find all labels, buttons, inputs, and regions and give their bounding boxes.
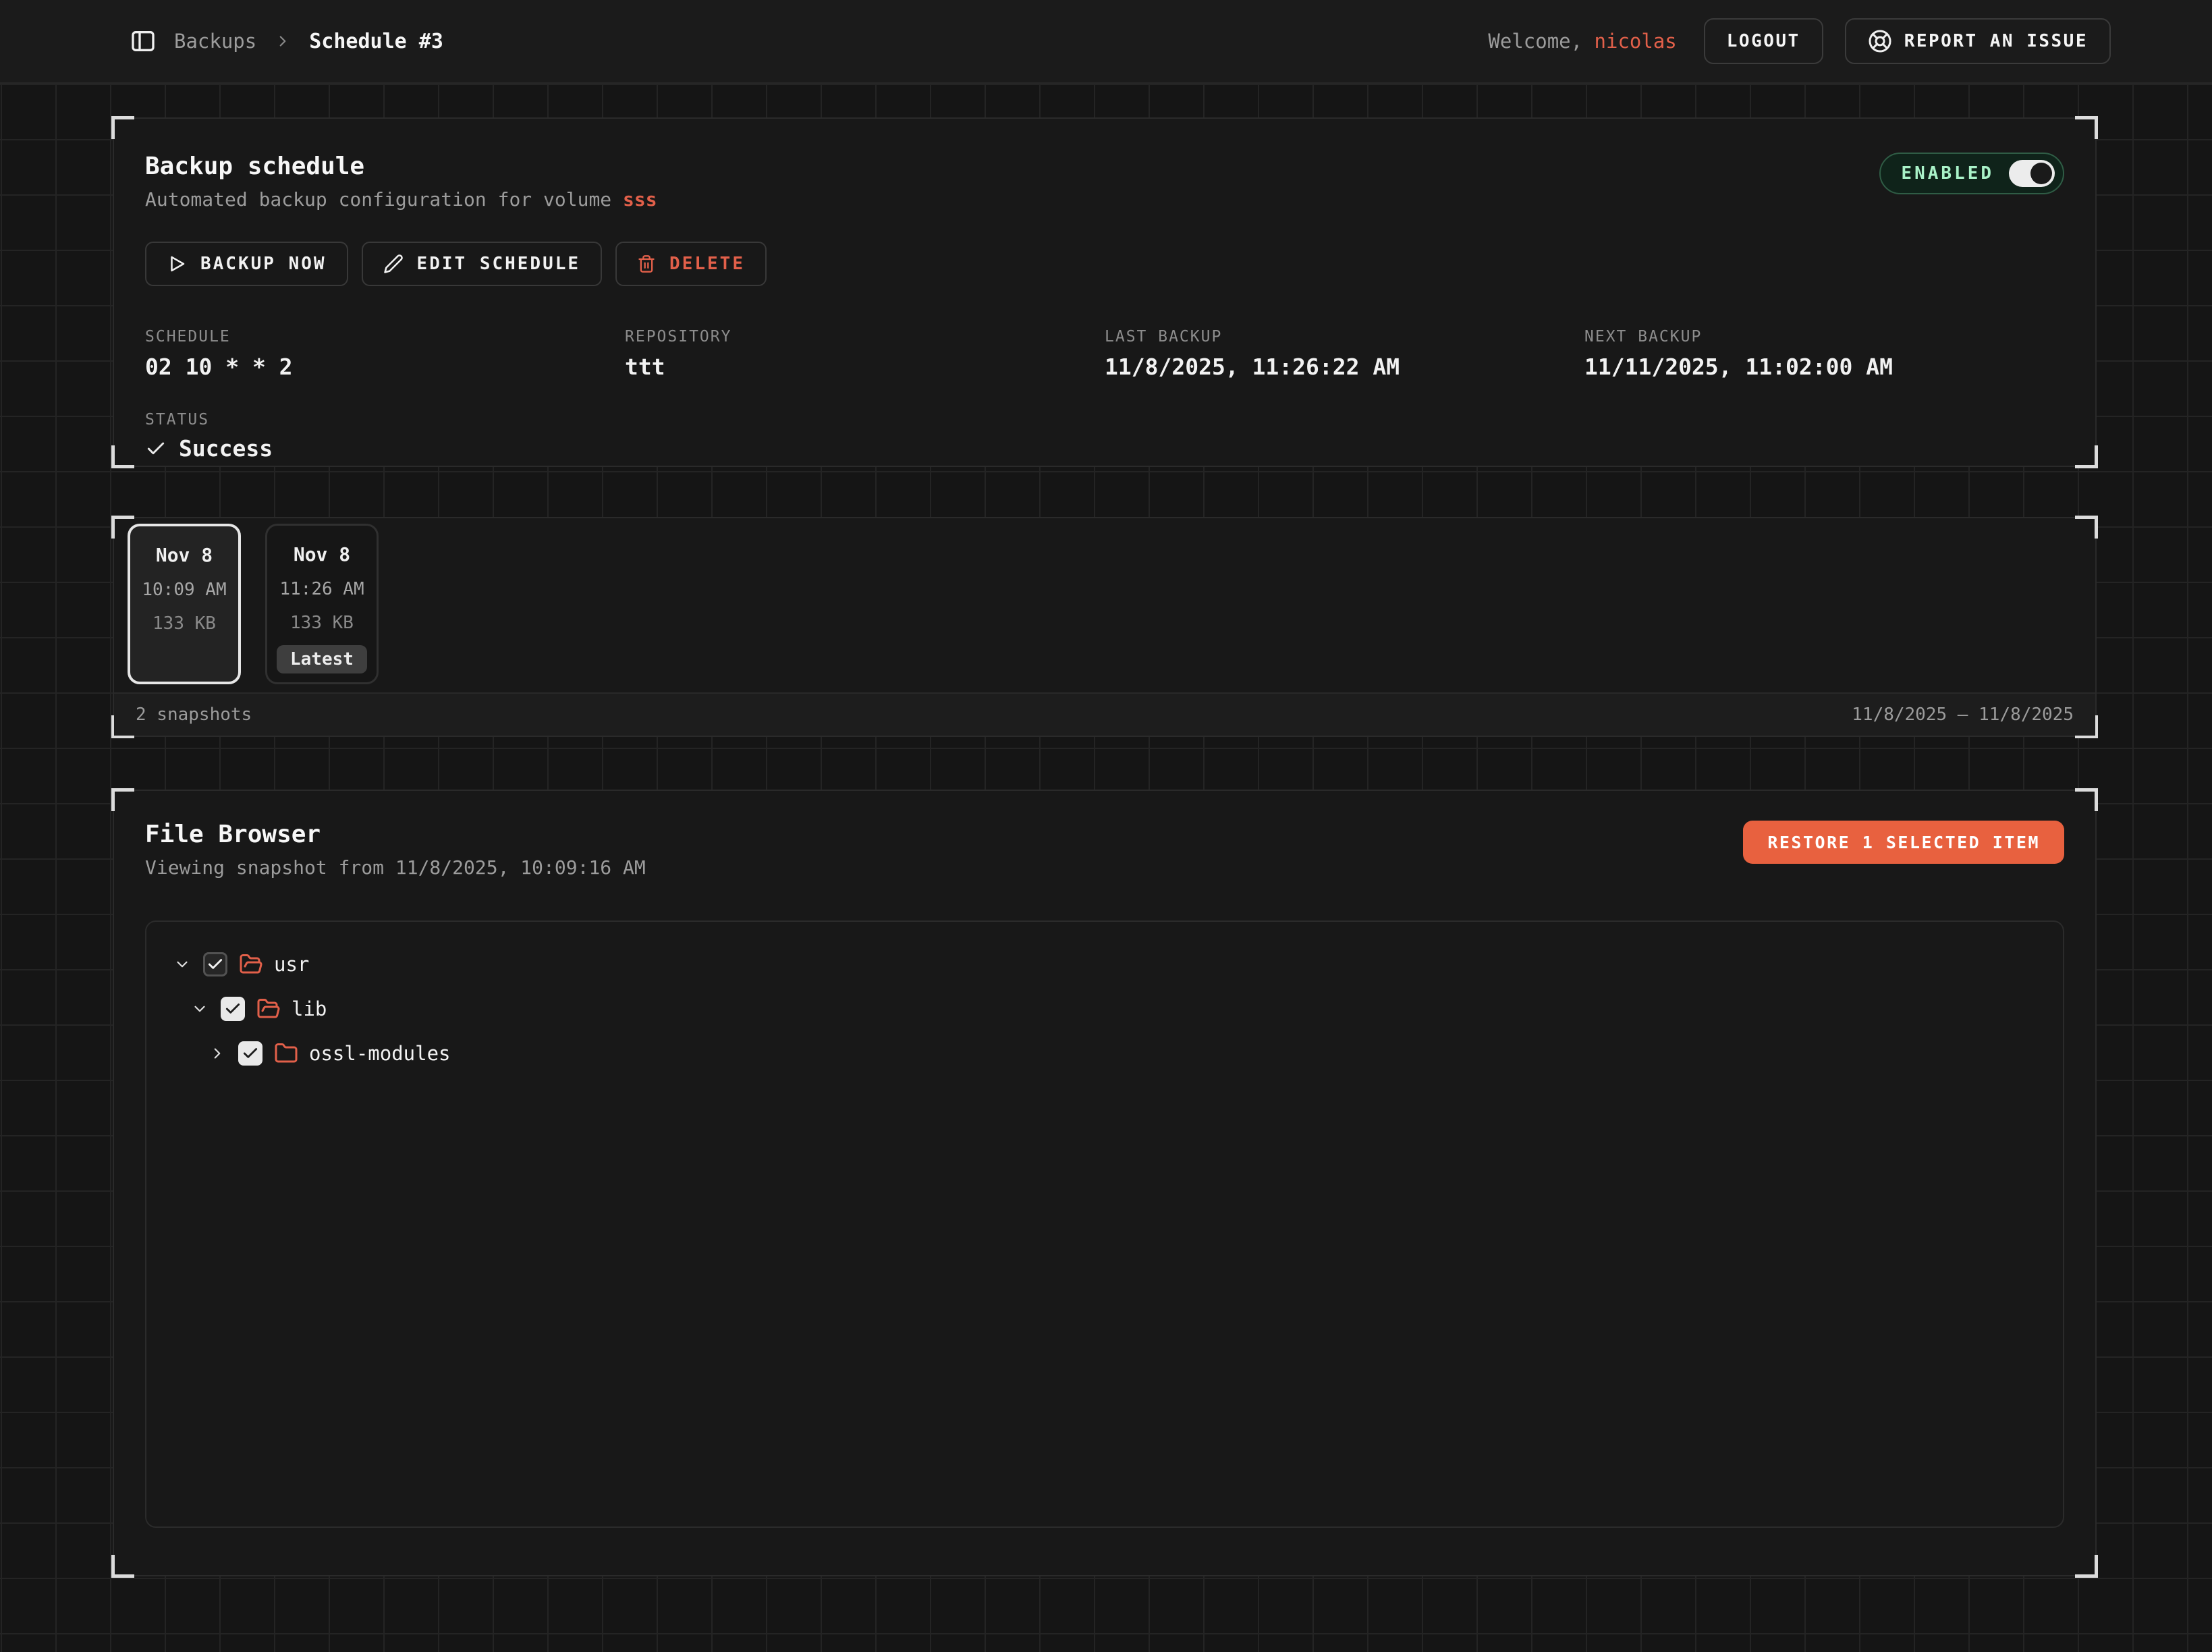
toggle-knob bbox=[2030, 163, 2052, 184]
sidebar-toggle-icon[interactable] bbox=[130, 28, 157, 55]
snapshot-card-selected[interactable]: Nov 8 10:09 AM 133 KB bbox=[128, 524, 241, 684]
corner-bracket bbox=[111, 1555, 134, 1578]
tree-row-usr[interactable]: usr bbox=[173, 942, 2063, 987]
trash-icon bbox=[637, 254, 656, 273]
username: nicolas bbox=[1595, 30, 1677, 53]
checkbox-checked[interactable] bbox=[221, 997, 245, 1021]
breadcrumb-current: Schedule #3 bbox=[309, 30, 443, 53]
breadcrumb-section[interactable]: Backups bbox=[174, 30, 256, 53]
pencil-icon bbox=[383, 254, 404, 274]
volume-name: sss bbox=[623, 188, 657, 211]
snapshot-card-list: Nov 8 10:09 AM 133 KB Nov 8 11:26 AM 133… bbox=[114, 518, 2095, 695]
restore-button[interactable]: RESTORE 1 SELECTED ITEM bbox=[1743, 821, 2064, 864]
snapshots-footer: 2 snapshots 11/8/2025 – 11/8/2025 bbox=[114, 692, 2095, 736]
chevron-right-icon[interactable] bbox=[209, 1045, 226, 1062]
chevron-down-icon[interactable] bbox=[191, 1000, 209, 1018]
field-value: 02 10 * * 2 bbox=[145, 354, 625, 380]
enabled-label: ENABLED bbox=[1901, 163, 1994, 184]
snapshots-panel: Nov 8 10:09 AM 133 KB Nov 8 11:26 AM 133… bbox=[113, 517, 2097, 737]
snapshot-date-range: 11/8/2025 – 11/8/2025 bbox=[1852, 705, 2074, 725]
snapshot-time: 10:09 AM bbox=[142, 580, 226, 600]
field-schedule: SCHEDULE 02 10 * * 2 bbox=[145, 328, 625, 380]
snapshot-card[interactable]: Nov 8 11:26 AM 133 KB Latest bbox=[265, 524, 379, 684]
corner-bracket bbox=[2075, 1555, 2098, 1578]
backup-now-button[interactable]: BACKUP NOW bbox=[145, 242, 348, 286]
status-block: STATUS Success bbox=[145, 411, 2064, 462]
field-label: REPOSITORY bbox=[625, 328, 1105, 346]
field-label: SCHEDULE bbox=[145, 328, 625, 346]
panel-subtitle: Automated backup configuration for volum… bbox=[145, 188, 657, 211]
corner-bracket bbox=[111, 116, 134, 139]
field-label: LAST BACKUP bbox=[1105, 328, 1584, 346]
corner-bracket bbox=[2075, 788, 2098, 811]
snapshot-size: 133 KB bbox=[153, 613, 216, 634]
folder-open-icon bbox=[256, 997, 281, 1021]
status-label: STATUS bbox=[145, 411, 2064, 429]
top-bar: Backups Schedule #3 Welcome, nicolas LOG… bbox=[0, 0, 2212, 84]
checkbox-checked[interactable] bbox=[203, 952, 227, 976]
field-label: NEXT BACKUP bbox=[1584, 328, 2064, 346]
folder-name[interactable]: usr bbox=[274, 953, 309, 976]
folder-icon bbox=[274, 1041, 298, 1066]
report-issue-button[interactable]: REPORT AN ISSUE bbox=[1845, 18, 2111, 64]
field-repository: REPOSITORY ttt bbox=[625, 328, 1105, 380]
snapshot-size: 133 KB bbox=[290, 613, 354, 633]
field-next-backup: NEXT BACKUP 11/11/2025, 11:02:00 AM bbox=[1584, 328, 2064, 380]
toggle-track[interactable] bbox=[2009, 160, 2055, 187]
panel-title: Backup schedule bbox=[145, 153, 657, 180]
backup-schedule-panel: Backup schedule Automated backup configu… bbox=[113, 117, 2097, 467]
corner-bracket bbox=[2075, 445, 2098, 468]
snapshot-date: Nov 8 bbox=[156, 544, 213, 566]
field-value: ttt bbox=[625, 354, 1105, 380]
field-value: 11/8/2025, 11:26:22 AM bbox=[1105, 354, 1584, 380]
corner-bracket bbox=[111, 445, 134, 468]
corner-bracket bbox=[2075, 116, 2098, 139]
tree-row-ossl-modules[interactable]: ossl-modules bbox=[173, 1031, 2063, 1076]
field-last-backup: LAST BACKUP 11/8/2025, 11:26:22 AM bbox=[1105, 328, 1584, 380]
snapshot-count: 2 snapshots bbox=[136, 705, 252, 725]
enabled-toggle[interactable]: ENABLED bbox=[1879, 153, 2064, 194]
welcome-text: Welcome, nicolas bbox=[1488, 30, 1676, 53]
folder-name[interactable]: lib bbox=[292, 997, 327, 1020]
tree-row-lib[interactable]: lib bbox=[173, 987, 2063, 1031]
corner-bracket bbox=[111, 516, 134, 539]
edit-schedule-button[interactable]: EDIT SCHEDULE bbox=[362, 242, 603, 286]
status-value: Success bbox=[179, 435, 273, 462]
panel-subtitle: Viewing snapshot from 11/8/2025, 10:09:1… bbox=[145, 856, 646, 879]
play-icon bbox=[167, 254, 187, 274]
latest-badge: Latest bbox=[277, 645, 367, 673]
schedule-fields: SCHEDULE 02 10 * * 2 REPOSITORY ttt LAST… bbox=[145, 328, 2064, 380]
logout-button[interactable]: LOGOUT bbox=[1704, 18, 1823, 64]
delete-button[interactable]: DELETE bbox=[615, 242, 767, 286]
snapshot-time: 11:26 AM bbox=[279, 579, 364, 599]
life-buoy-icon bbox=[1868, 29, 1892, 53]
field-value: 11/11/2025, 11:02:00 AM bbox=[1584, 354, 2064, 380]
check-icon bbox=[145, 438, 167, 460]
file-tree: usr lib ossl-modules bbox=[145, 920, 2064, 1528]
folder-open-icon bbox=[239, 952, 263, 976]
file-browser-panel: File Browser Viewing snapshot from 11/8/… bbox=[113, 790, 2097, 1576]
checkbox-checked[interactable] bbox=[238, 1041, 262, 1066]
corner-bracket bbox=[111, 788, 134, 811]
chevron-down-icon[interactable] bbox=[173, 956, 191, 973]
panel-title: File Browser bbox=[145, 821, 646, 848]
snapshot-date: Nov 8 bbox=[294, 543, 350, 566]
folder-name[interactable]: ossl-modules bbox=[309, 1042, 451, 1065]
breadcrumb-chevron-icon bbox=[274, 32, 292, 50]
corner-bracket bbox=[2075, 516, 2098, 539]
